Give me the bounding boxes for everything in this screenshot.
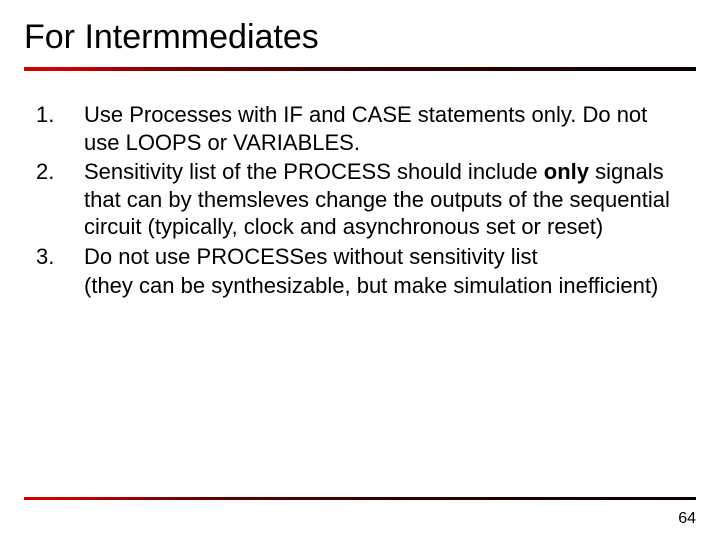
footer-underline [24, 497, 696, 500]
list-item: 2. Sensitivity list of the PROCESS shoul… [36, 158, 678, 241]
list-number: 2. [36, 158, 84, 186]
list-text: Use Processes with IF and CASE statement… [84, 101, 678, 156]
emphasis-only: only [544, 159, 589, 184]
list-text: (they can be synthesizable, but make sim… [84, 272, 678, 300]
slide-title: For Intermmediates [24, 18, 720, 67]
list-text-pre: Sensitivity list of the PROCESS should i… [84, 159, 544, 184]
list-item-continuation: (they can be synthesizable, but make sim… [36, 272, 678, 300]
slide: For Intermmediates 1. Use Processes with… [0, 0, 720, 540]
list-number: 1. [36, 101, 84, 129]
page-number: 64 [678, 510, 696, 528]
list-item: 3. Do not use PROCESSes without sensitiv… [36, 243, 678, 271]
list-item: 1. Use Processes with IF and CASE statem… [36, 101, 678, 156]
list-number: 3. [36, 243, 84, 271]
list-text: Sensitivity list of the PROCESS should i… [84, 158, 678, 241]
body: 1. Use Processes with IF and CASE statem… [0, 71, 720, 300]
title-block: For Intermmediates [0, 0, 720, 67]
list-text: Do not use PROCESSes without sensitivity… [84, 243, 678, 271]
